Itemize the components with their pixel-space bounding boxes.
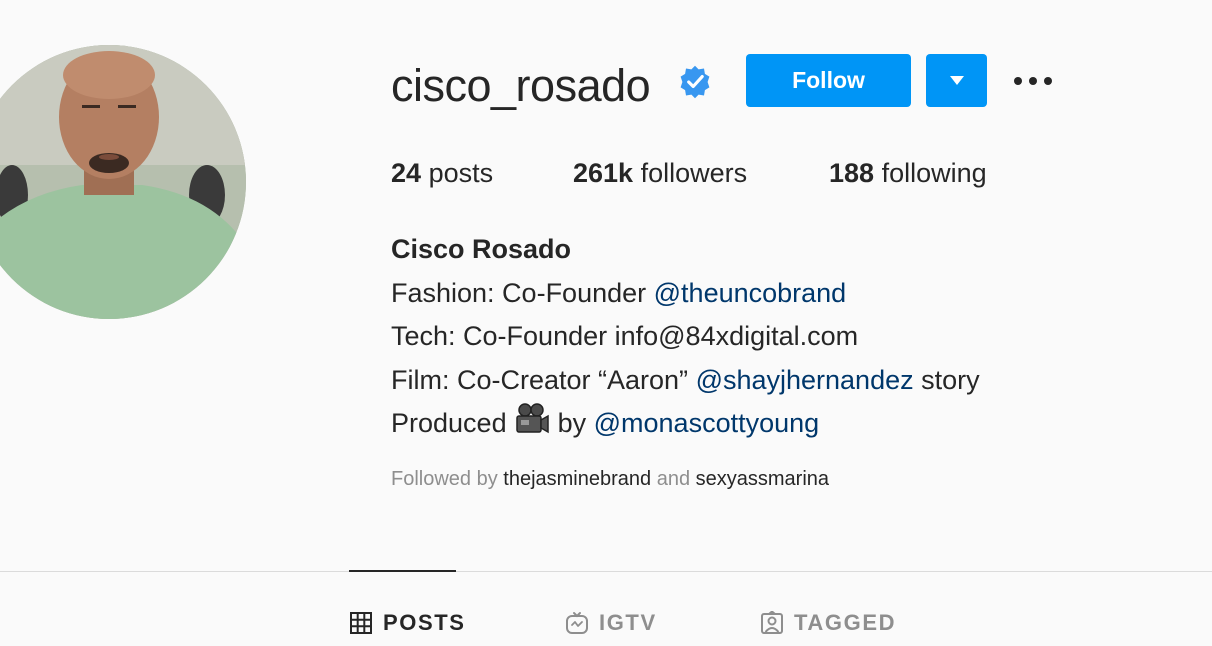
- tab-igtv-label: IGTV: [599, 610, 657, 635]
- tab-posts-label: POSTS: [383, 610, 466, 635]
- bio-line-tech: Tech: Co-Founder info@84xdigital.com: [391, 321, 859, 351]
- caret-down-icon: [949, 75, 964, 85]
- following-count: 188: [829, 158, 875, 188]
- monascottyoung-link[interactable]: @monascottyoung: [594, 408, 820, 438]
- verified-badge-icon: [680, 65, 710, 99]
- tab-posts[interactable]: POSTS: [349, 606, 466, 640]
- profile-full-name: Cisco Rosado: [391, 234, 572, 264]
- profile-username: cisco_rosado: [391, 60, 651, 111]
- follow-button[interactable]: Follow: [746, 54, 911, 107]
- stat-posts: 24 posts: [391, 153, 493, 193]
- profile-avatar[interactable]: [0, 45, 246, 319]
- followed-by: Followed by thejasminebrand and sexyassm…: [391, 468, 829, 491]
- active-tab-indicator: [349, 570, 456, 572]
- more-dots-icon: [1014, 77, 1052, 85]
- igtv-icon: [566, 612, 588, 634]
- bio-line1-text: Fashion: Co-Founder: [391, 277, 654, 308]
- stat-following[interactable]: 188 following: [829, 153, 987, 193]
- following-label: following: [881, 158, 987, 188]
- posts-count: 24: [391, 158, 422, 188]
- followed-by-user-link[interactable]: thejasminebrand: [503, 468, 651, 490]
- followers-label: followers: [640, 158, 748, 188]
- stat-followers[interactable]: 261k followers: [573, 153, 747, 193]
- suggested-dropdown-button[interactable]: [926, 54, 987, 107]
- tab-tagged[interactable]: TAGGED: [760, 606, 896, 640]
- bio-line-produced: Produced by @monascottyoung: [391, 402, 980, 446]
- shayjhernandez-link[interactable]: @shayjhernandez: [696, 365, 914, 395]
- tab-tagged-label: TAGGED: [794, 610, 897, 635]
- tabs-divider: [0, 571, 1212, 572]
- bio-line4-mid: by: [550, 408, 594, 438]
- bio-line3-text: Film: Co-Creator “Aaron”: [391, 364, 696, 395]
- followed-by-user-link[interactable]: sexyassmarina: [696, 468, 829, 490]
- more-options-button[interactable]: [1008, 60, 1058, 102]
- movie-camera-icon: [516, 403, 549, 434]
- posts-label: posts: [428, 158, 494, 188]
- bio-line-fashion: Fashion: Co-Founder @theuncobrand: [391, 272, 980, 316]
- grid-icon: [350, 612, 372, 634]
- followed-by-conjunction: and: [651, 468, 696, 490]
- followers-count: 261k: [573, 158, 634, 188]
- avatar-photo: [0, 45, 246, 319]
- tab-igtv[interactable]: IGTV: [565, 606, 657, 640]
- bio-line3-tail: story: [913, 364, 980, 395]
- profile-bio: Cisco Rosado Fashion: Co-Founder @theunc…: [391, 228, 980, 446]
- followed-by-prefix: Followed by: [391, 468, 504, 490]
- theuncobrand-link[interactable]: @theuncobrand: [654, 278, 847, 308]
- bio-line4-text: Produced: [391, 408, 515, 438]
- tagged-icon: [761, 611, 783, 634]
- bio-line-film: Film: Co-Creator “Aaron” @shayjhernandez…: [391, 359, 980, 403]
